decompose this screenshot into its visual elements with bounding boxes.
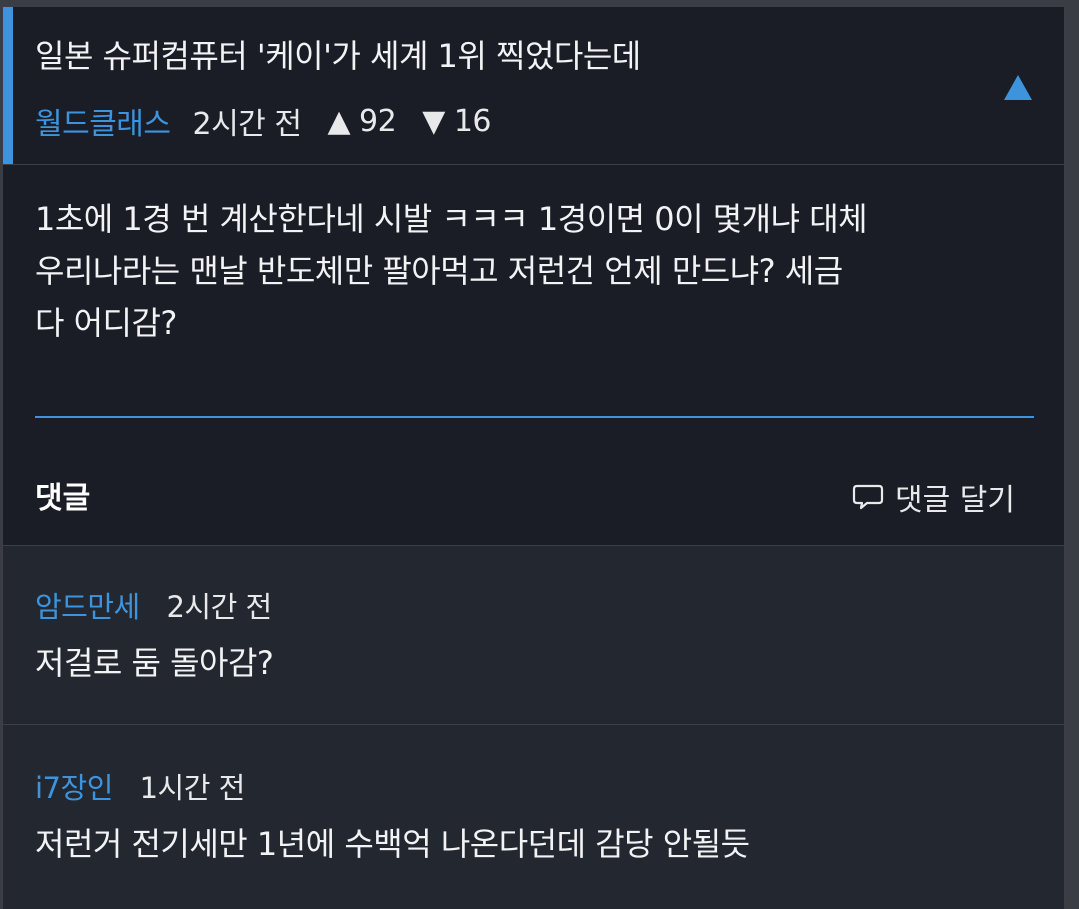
- write-comment-label: 댓글 달기: [895, 483, 1015, 518]
- comment-time: 1시간 전: [139, 771, 246, 805]
- comment-author[interactable]: i7장인: [35, 771, 113, 805]
- accent-bar: [3, 7, 13, 164]
- collapse-up-icon[interactable]: [1004, 75, 1032, 100]
- comment-text: 저걸로 둠 돌아감?: [35, 644, 274, 682]
- post-header: 일본 슈퍼컴퓨터 '케이'가 세계 1위 찍었다는데 월드클래스 2시간 전 ▲…: [3, 7, 1064, 165]
- upvote-button[interactable]: ▲ 92: [327, 104, 396, 139]
- post-title[interactable]: 일본 슈퍼컴퓨터 '케이'가 세계 1위 찍었다는데: [35, 31, 641, 77]
- comment-meta: 암드만세 2시간 전: [35, 584, 272, 626]
- comment-item: 암드만세 2시간 전 저걸로 둠 돌아감?: [3, 545, 1064, 725]
- post-body-line: 우리나라는 맨날 반도체만 팔아먹고 저런건 언제 만드냐? 세금: [35, 252, 843, 290]
- post-meta: 월드클래스 2시간 전 ▲ 92 ▼ 16: [35, 99, 517, 143]
- post-body: 1초에 1경 번 계산한다네 시발 ㅋㅋㅋ 1경이면 0이 몇개냐 대체 우리나…: [35, 193, 1035, 349]
- downvote-button[interactable]: ▼ 16: [422, 104, 491, 139]
- post-body-line: 1초에 1경 번 계산한다네 시발 ㅋㅋㅋ 1경이면 0이 몇개냐 대체: [35, 200, 868, 238]
- comment-item: i7장인 1시간 전 저런거 전기세만 1년에 수백억 나온다던데 감당 안될듯: [3, 724, 1064, 909]
- post-author[interactable]: 월드클래스: [35, 99, 171, 143]
- write-comment-button[interactable]: 댓글 달기: [851, 475, 1015, 519]
- divider: [35, 416, 1034, 418]
- comment-time: 2시간 전: [166, 590, 272, 624]
- post-body-line: 다 어디감?: [35, 304, 177, 342]
- comment-meta: i7장인 1시간 전: [35, 765, 245, 807]
- comment-text: 저런거 전기세만 1년에 수백억 나온다던데 감당 안될듯: [35, 825, 750, 863]
- post-card: 일본 슈퍼컴퓨터 '케이'가 세계 1위 찍었다는데 월드클래스 2시간 전 ▲…: [2, 6, 1065, 909]
- comment-author[interactable]: 암드만세: [35, 590, 140, 624]
- speech-bubble-icon: [852, 484, 884, 510]
- post-time: 2시간 전: [192, 107, 302, 142]
- comments-header: 댓글: [35, 481, 91, 516]
